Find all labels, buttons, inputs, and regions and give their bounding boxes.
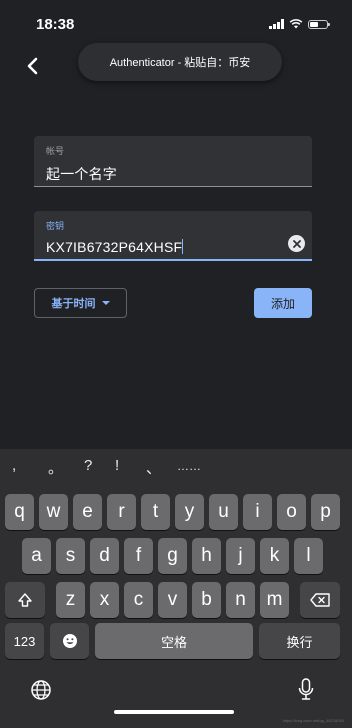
clear-text-button[interactable]: [288, 235, 305, 252]
key-type-value: 基于时间: [51, 298, 96, 310]
key-c[interactable]: c: [124, 582, 153, 618]
keyboard: , 。 ? ! 、 …… q w e r t y u i o p a s d f…: [0, 449, 352, 728]
secret-key-field[interactable]: 密钥 KX7IB6732P64XHSF: [34, 211, 312, 261]
key-f[interactable]: f: [124, 538, 153, 574]
key-k[interactable]: k: [260, 538, 289, 574]
back-button[interactable]: [22, 54, 42, 78]
account-field[interactable]: 帐号 起一个名字: [34, 136, 312, 187]
punctuation-key[interactable]: !: [115, 457, 119, 474]
shift-key[interactable]: [5, 582, 45, 618]
key-i[interactable]: i: [243, 494, 272, 530]
key-y[interactable]: y: [175, 494, 204, 530]
signal-icon: [269, 19, 284, 29]
text-cursor: [182, 239, 184, 254]
globe-button[interactable]: [30, 679, 52, 701]
shift-icon: [18, 593, 32, 607]
key-l[interactable]: l: [294, 538, 323, 574]
punctuation-key[interactable]: 、: [146, 457, 161, 478]
status-time: 18:38: [36, 16, 75, 33]
watermark: https://blog.csdn.net/qq_45218050: [282, 718, 344, 723]
key-n[interactable]: n: [226, 582, 255, 618]
battery-icon: [308, 19, 330, 29]
key-u[interactable]: u: [209, 494, 238, 530]
secret-key-value: KX7IB6732P64XHSF: [46, 239, 183, 255]
key-x[interactable]: x: [90, 582, 119, 618]
key-d[interactable]: d: [90, 538, 119, 574]
key-r[interactable]: r: [107, 494, 136, 530]
secret-key-input[interactable]: KX7IB6732P64XHSF: [46, 239, 184, 255]
key-b[interactable]: b: [192, 582, 221, 618]
key-a[interactable]: a: [22, 538, 51, 574]
chevron-left-icon: [27, 57, 38, 75]
key-q[interactable]: q: [5, 494, 34, 530]
status-bar: 18:38: [0, 0, 352, 40]
wifi-icon: [289, 19, 303, 29]
key-z[interactable]: z: [56, 582, 85, 618]
key-e[interactable]: e: [73, 494, 102, 530]
punctuation-key[interactable]: 。: [48, 457, 63, 478]
punctuation-key[interactable]: ?: [84, 457, 92, 474]
account-label: 帐号: [46, 146, 65, 156]
key-s[interactable]: s: [56, 538, 85, 574]
chevron-down-icon: [101, 301, 110, 305]
backspace-key[interactable]: [300, 582, 340, 618]
paste-notification-banner: Authenticator - 粘贴自：币安: [78, 43, 282, 81]
globe-icon: [31, 680, 51, 700]
return-key[interactable]: 换行: [259, 623, 340, 659]
key-t[interactable]: t: [141, 494, 170, 530]
key-g[interactable]: g: [158, 538, 187, 574]
key-p[interactable]: p: [311, 494, 340, 530]
key-j[interactable]: j: [226, 538, 255, 574]
key-w[interactable]: w: [39, 494, 68, 530]
punctuation-key[interactable]: ,: [12, 457, 16, 474]
key-type-dropdown[interactable]: 基于时间: [34, 288, 127, 318]
space-key[interactable]: 空格: [95, 623, 253, 659]
punctuation-key[interactable]: ……: [177, 459, 201, 473]
numbers-key[interactable]: 123: [5, 623, 44, 659]
secret-key-label: 密钥: [46, 221, 65, 231]
close-icon: [292, 239, 301, 248]
key-v[interactable]: v: [158, 582, 187, 618]
microphone-icon: [298, 678, 314, 700]
account-input[interactable]: 起一个名字: [46, 164, 117, 184]
key-m[interactable]: m: [260, 582, 289, 618]
key-o[interactable]: o: [277, 494, 306, 530]
emoji-key[interactable]: [50, 623, 89, 659]
key-h[interactable]: h: [192, 538, 221, 574]
add-button[interactable]: 添加: [254, 288, 312, 318]
dictation-button[interactable]: [297, 677, 315, 703]
paste-notification-text: Authenticator - 粘贴自：币安: [109, 57, 251, 69]
punctuation-bar: , 。 ? ! 、 ……: [0, 449, 352, 491]
home-indicator[interactable]: [114, 710, 234, 714]
backspace-icon: [310, 593, 330, 607]
emoji-icon: [62, 634, 77, 648]
status-icons: [269, 19, 330, 29]
